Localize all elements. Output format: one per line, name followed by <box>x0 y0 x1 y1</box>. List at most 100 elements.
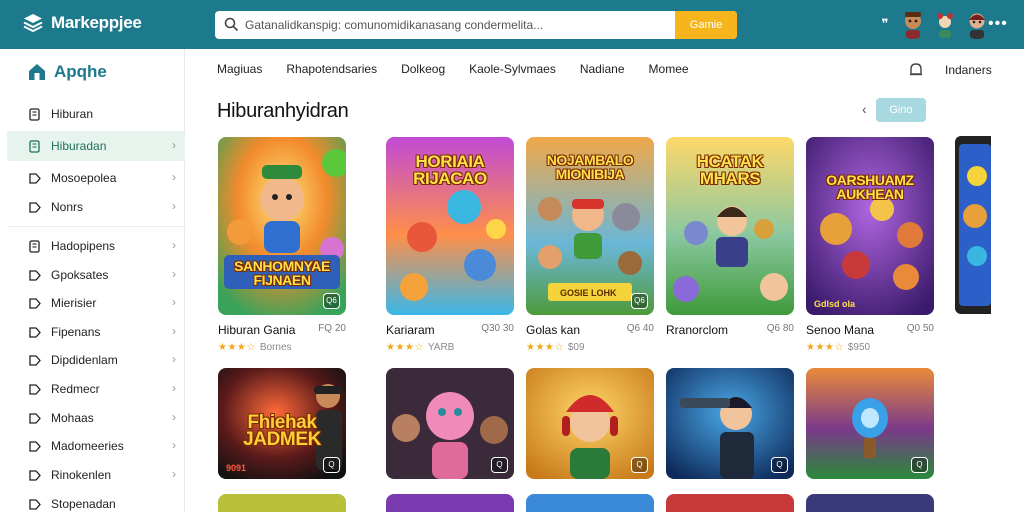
card-name[interactable]: Golas kan <box>526 323 580 337</box>
game-thumbnail[interactable]: Q <box>806 368 934 479</box>
bookmark-icon <box>29 139 40 153</box>
sidebar-item[interactable]: Nonrs › <box>7 192 185 222</box>
tag-icon <box>29 383 41 395</box>
sidebar-item-label: Madomeeries <box>51 439 124 453</box>
sidebar-item[interactable]: Hiburadan › <box>7 131 185 161</box>
star-rating-icon: ★★★☆ <box>386 342 424 353</box>
game-title-art: HCATAK MHARS <box>696 152 764 188</box>
logo-stack-icon <box>23 14 43 33</box>
top-bar: Markeppjee Gamie ❞ ••• <box>0 0 1024 49</box>
chevron-right-icon: › <box>172 467 176 481</box>
sidebar-item-label: Fipenans <box>51 325 101 339</box>
card-name[interactable]: Senoo Mana <box>806 323 874 337</box>
chevron-right-icon: › <box>172 352 176 366</box>
chevron-right-icon: › <box>172 238 176 252</box>
sidebar-item[interactable]: Redmecr › <box>7 374 185 404</box>
avatar[interactable] <box>934 9 956 39</box>
game-card[interactable] <box>526 494 654 512</box>
sidebar-item[interactable]: Hiburan <box>7 99 185 129</box>
card-name[interactable]: Rranorclom <box>666 323 728 337</box>
play-badge: Q <box>491 457 508 473</box>
sidebar-item[interactable]: Stopenadan <box>7 489 185 512</box>
sidebar-item[interactable]: Madomeeries › <box>7 431 185 461</box>
tag-icon <box>29 201 41 213</box>
nav-item-rhapotendsaries[interactable]: Rhapotendsaries <box>286 62 377 76</box>
sidebar-item[interactable]: Gpoksates › <box>7 260 185 290</box>
app-logo[interactable]: Markeppjee <box>22 12 142 34</box>
phone-preview-card[interactable] <box>955 136 991 314</box>
game-thumbnail[interactable]: Q <box>526 368 654 479</box>
tag-icon <box>29 440 41 452</box>
bell-icon[interactable] <box>909 62 923 78</box>
card-reviews: $950 <box>847 342 871 353</box>
game-card[interactable] <box>806 494 934 512</box>
sidebar-item[interactable]: Fipenans › <box>7 317 185 347</box>
nav-item-kaole-sylvmaes[interactable]: Kaole-Sylvmaes <box>469 62 556 76</box>
play-badge: Q <box>631 457 648 473</box>
sidebar-brand-label: Apqhe <box>54 62 107 81</box>
game-art <box>959 144 991 306</box>
sidebar-item-label: Nonrs <box>51 200 84 214</box>
nav-item-momee[interactable]: Momee <box>649 62 689 76</box>
tag-icon <box>29 172 41 184</box>
chevron-right-icon: › <box>172 381 176 395</box>
card-name[interactable]: Kariaram <box>386 323 435 337</box>
sidebar-item[interactable]: Mierisier › <box>7 288 185 318</box>
star-rating-icon: ★★★☆ <box>806 342 844 353</box>
card-name[interactable]: Hiburan Gania <box>218 323 295 337</box>
sidebar-item[interactable]: Hadopipens › <box>7 231 185 261</box>
game-thumbnail[interactable]: SANHOMNYAE FIJNAEN Q6 <box>218 137 346 315</box>
game-card[interactable] <box>218 494 346 512</box>
search-input[interactable] <box>245 11 675 39</box>
star-rating-icon: ★★★☆ <box>218 342 256 353</box>
chevron-right-icon: › <box>172 138 176 152</box>
sidebar-item[interactable]: Mohaas › <box>7 403 185 433</box>
game-art <box>806 137 934 315</box>
sidebar-item[interactable]: Rinokenlen › <box>7 460 185 490</box>
tag-icon <box>29 326 41 338</box>
avatar[interactable] <box>902 9 924 39</box>
chevron-right-icon: › <box>172 199 176 213</box>
tag-icon <box>29 469 41 481</box>
game-card[interactable] <box>666 494 794 512</box>
notification-icon[interactable]: ❞ <box>878 16 892 32</box>
nav-account-link[interactable]: Indaners <box>945 63 992 77</box>
chevron-right-icon: › <box>172 324 176 338</box>
chevron-left-icon[interactable]: ‹ <box>862 101 867 117</box>
sidebar-item-label: Gpoksates <box>51 268 109 282</box>
game-card[interactable] <box>386 494 514 512</box>
star-rating-icon: ★★★☆ <box>526 342 564 353</box>
sidebar-item[interactable]: Mosoepolea › <box>7 163 185 193</box>
game-title-art: NOJAMBALO MIONIBIJA <box>546 152 634 182</box>
sidebar-brand[interactable]: Apqhe <box>27 62 107 82</box>
game-thumbnail[interactable]: HORIAIA RIJACAO <box>386 137 514 315</box>
card-rating: ★★★☆ YARB <box>386 342 454 353</box>
card-reviews: Bornes <box>259 342 292 353</box>
game-thumbnail[interactable]: OARSHUAMZ AUKHEAN Gdlsd ola <box>806 137 934 315</box>
game-thumbnail[interactable]: Fhiehak JADMEK 9091 Q <box>218 368 346 479</box>
play-badge: Q6 <box>323 293 340 309</box>
carousel-next-button[interactable]: Gino <box>876 98 926 122</box>
game-thumbnail[interactable]: NOJAMBALO MIONIBIJA GOSIE LOHK Q6 <box>526 137 654 315</box>
sidebar-item-label: Mohaas <box>51 411 94 425</box>
sidebar-item-label: Hiburadan <box>51 139 107 153</box>
sidebar-item-label: Rinokenlen <box>51 468 112 482</box>
sidebar-item[interactable]: Dipdidenlam › <box>7 345 185 375</box>
search-button[interactable]: Gamie <box>675 11 737 39</box>
card-reviews: $09 <box>567 342 585 353</box>
game-thumbnail[interactable]: Q <box>666 368 794 479</box>
bookmark-icon <box>29 107 40 121</box>
chevron-right-icon: › <box>172 170 176 184</box>
game-banner-text: GOSIE LOHK <box>560 288 617 298</box>
nav-item-magiuas[interactable]: Magiuas <box>217 62 262 76</box>
nav-item-dolkeog[interactable]: Dolkeog <box>401 62 445 76</box>
game-thumbnail[interactable]: HCATAK MHARS <box>666 137 794 315</box>
nav-item-nadiane[interactable]: Nadiane <box>580 62 625 76</box>
tag-icon <box>29 354 41 366</box>
card-reviews: YARB <box>427 342 455 353</box>
avatar[interactable] <box>966 9 988 39</box>
more-icon[interactable]: ••• <box>988 15 1008 33</box>
chevron-right-icon: › <box>172 267 176 281</box>
game-thumbnail[interactable]: Q <box>386 368 514 479</box>
card-price: Q6 80 <box>766 323 794 334</box>
